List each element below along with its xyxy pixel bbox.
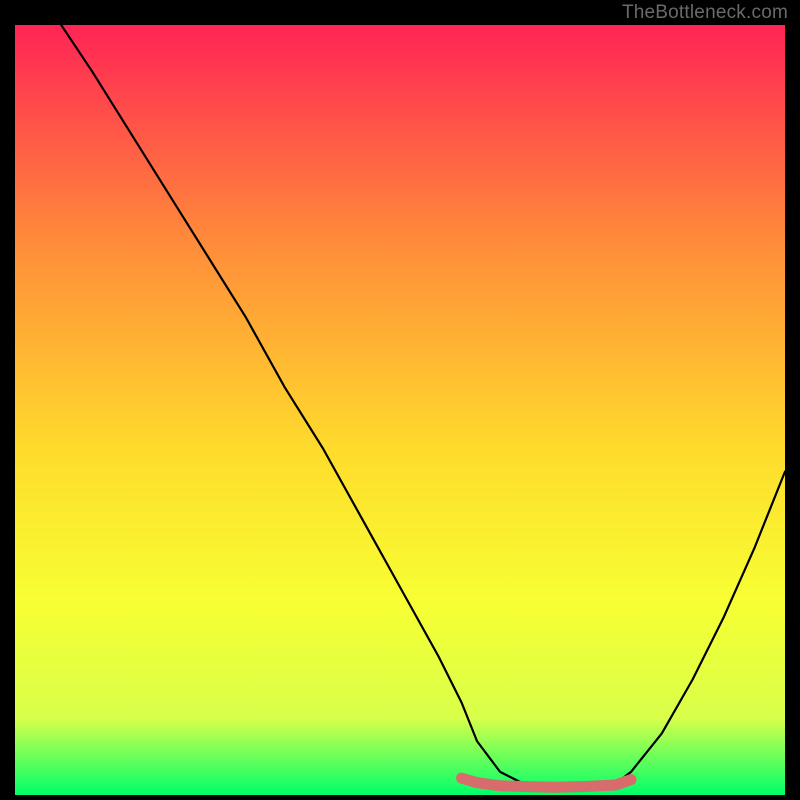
chart-frame xyxy=(15,25,785,795)
chart-svg xyxy=(15,25,785,795)
gradient-background xyxy=(15,25,785,795)
watermark-text: TheBottleneck.com xyxy=(622,2,788,24)
